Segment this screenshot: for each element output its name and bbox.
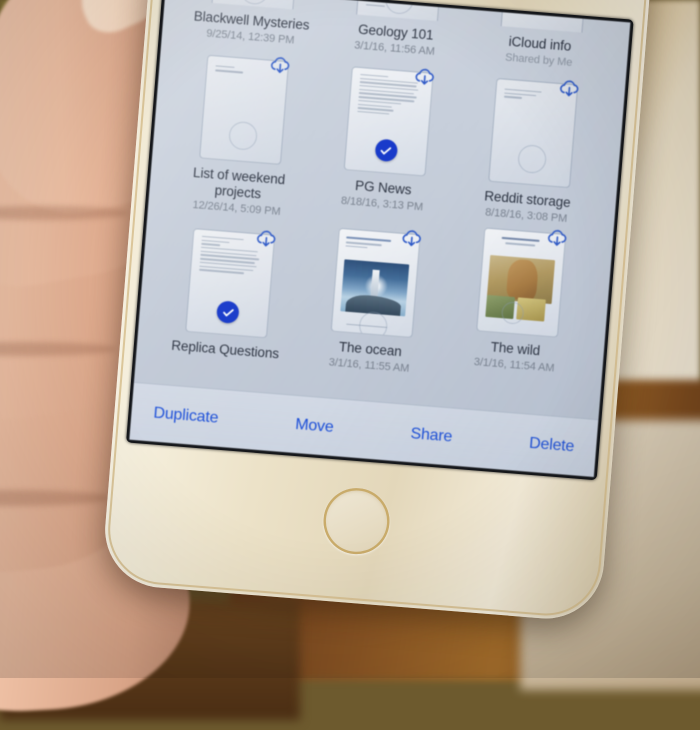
thumbnail-wrapper xyxy=(185,228,276,339)
lighthouse-shape xyxy=(370,269,380,298)
thumbnail-wrapper xyxy=(211,0,297,10)
document-row: List of weekend projects 12/26/14, 5:09 … xyxy=(164,52,609,244)
icloud-download-icon[interactable] xyxy=(253,226,280,253)
document-title: Replica Questions xyxy=(170,337,280,362)
duplicate-button[interactable]: Duplicate xyxy=(153,404,219,427)
document-title: PG News xyxy=(354,177,412,198)
iphone-device: Blackwell Mysteries 9/25/14, 12:39 PM Ge… xyxy=(100,0,656,623)
document-grid: Blackwell Mysteries 9/25/14, 12:39 PM Ge… xyxy=(136,0,630,391)
icloud-download-icon[interactable] xyxy=(267,53,294,80)
document-thumbnail xyxy=(356,0,441,22)
document-item-replica-questions[interactable]: Replica Questions xyxy=(152,226,307,366)
document-item-the-wild[interactable]: The wild 3/1/16, 11:54 AM xyxy=(441,225,597,378)
move-button[interactable]: Move xyxy=(295,415,335,436)
thumbnail-wrapper xyxy=(475,227,566,338)
document-item-list-of-weekend-projects[interactable]: List of weekend projects 12/26/14, 5:09 … xyxy=(164,52,321,221)
document-date: 8/18/16, 3:13 PM xyxy=(340,194,424,214)
document-share-status: Shared by Me xyxy=(504,51,573,69)
thumbnail-ring xyxy=(501,301,525,326)
document-item-reddit-storage[interactable]: Reddit storage 8/18/16, 3:08 PM xyxy=(453,75,609,228)
thumbnail-ring xyxy=(239,0,271,6)
ocean-photo xyxy=(340,259,410,317)
thumbnail-wrapper xyxy=(199,54,290,165)
icloud-download-icon[interactable] xyxy=(543,225,570,252)
thumbnail-wrapper xyxy=(343,66,434,177)
document-thumbnail xyxy=(211,0,297,10)
thumbnail-ring xyxy=(516,144,547,175)
screen-bezel: Blackwell Mysteries 9/25/14, 12:39 PM Ge… xyxy=(126,0,634,481)
document-row: Replica Questions The ocean 3/1/16, 11:5… xyxy=(152,226,595,390)
document-title: The wild xyxy=(490,339,541,359)
thumbnail-wrapper xyxy=(330,227,421,339)
thumbnail-wrapper xyxy=(356,0,441,22)
giraffe-shape xyxy=(505,258,539,302)
delete-button[interactable]: Delete xyxy=(529,434,575,456)
icloud-download-icon[interactable] xyxy=(398,226,425,253)
thumbnail-wrapper xyxy=(487,77,578,189)
document-item-blackwell-mysteries[interactable]: Blackwell Mysteries 9/25/14, 12:39 PM xyxy=(178,0,328,50)
thumbnail-ring xyxy=(228,120,259,152)
document-item-the-ocean[interactable]: The ocean 3/1/16, 11:55 AM xyxy=(296,225,452,378)
phone-screen: Blackwell Mysteries 9/25/14, 12:39 PM Ge… xyxy=(129,0,631,478)
document-item-pg-news[interactable]: PG News 8/18/16, 3:13 PM xyxy=(309,64,465,217)
icloud-download-icon[interactable] xyxy=(555,76,582,103)
icloud-download-icon[interactable] xyxy=(411,64,438,91)
share-button[interactable]: Share xyxy=(410,425,453,446)
document-item-geology-101[interactable]: Geology 101 3/1/16, 11:56 AM xyxy=(322,0,472,61)
document-date: 3/1/16, 11:54 AM xyxy=(473,356,555,375)
